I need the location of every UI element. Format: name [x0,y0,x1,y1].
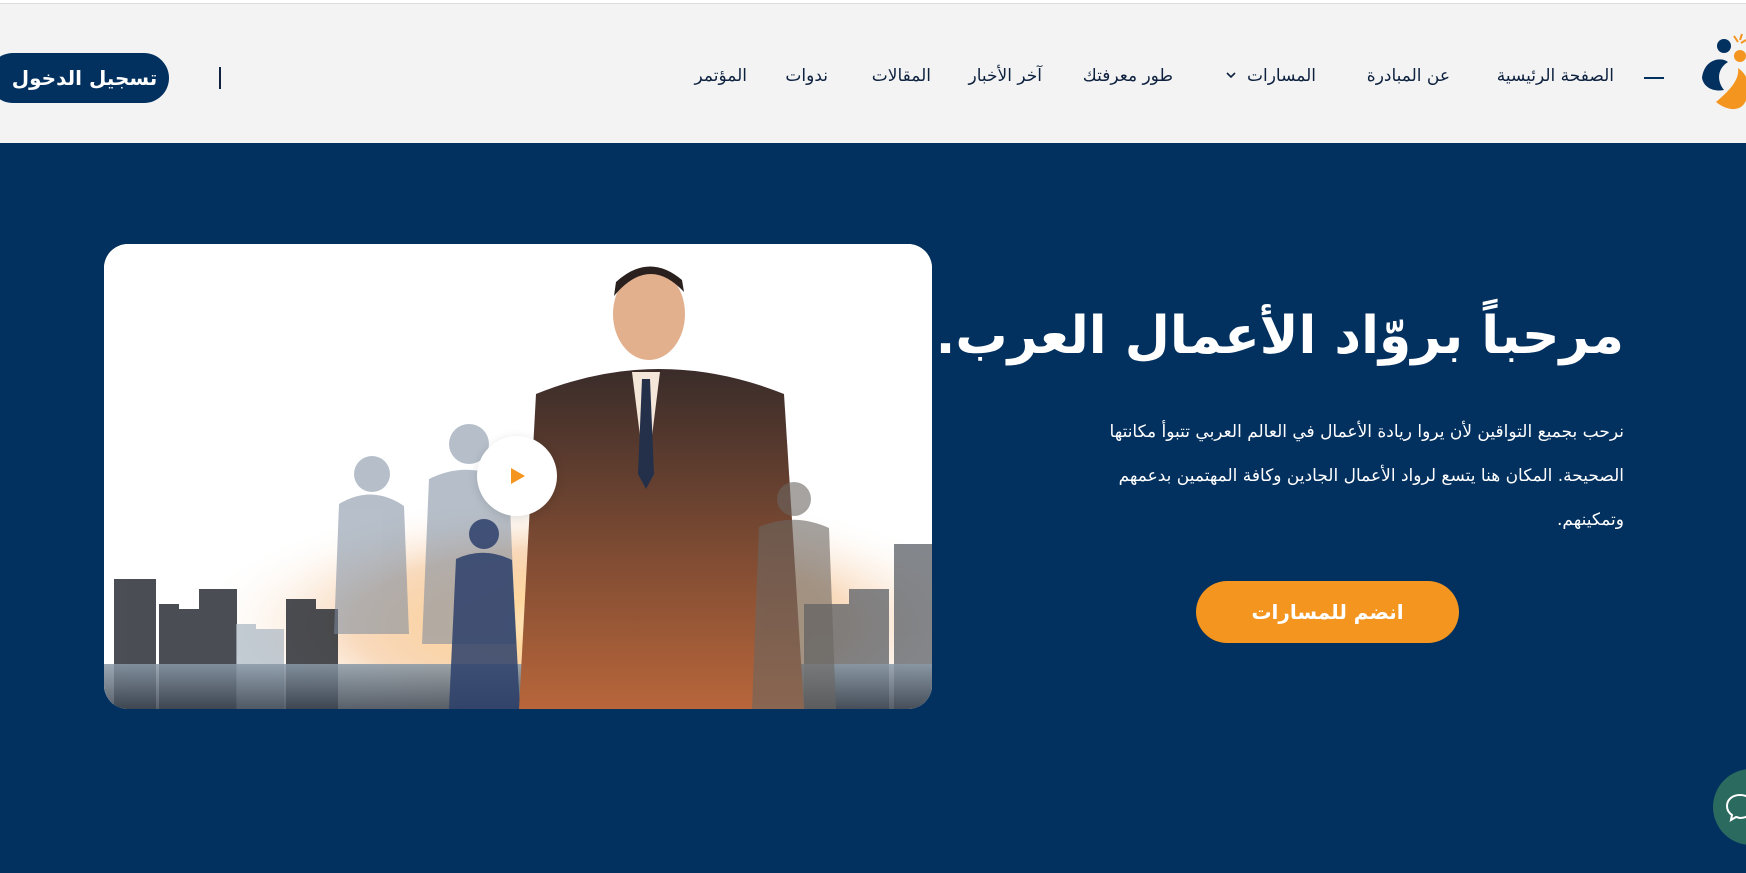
login-button[interactable]: تسجيل الدخول [0,53,169,103]
nav-dash [1644,77,1664,79]
nav-item-about[interactable]: عن المبادرة [1367,62,1450,90]
hero-description-line: الصحيحة. المكان هنا يتسع لرواد الأعمال ا… [1118,466,1624,486]
nav-item-develop-knowledge[interactable]: طور معرفتك [1083,62,1173,90]
hero-description: نرحب بجميع التواقين لأن يروا ريادة الأعم… [1064,410,1624,542]
chat-widget-button[interactable] [1713,769,1746,845]
header-divider [219,67,221,89]
nav-item-seminars[interactable]: ندوات [785,62,828,90]
chat-icon [1725,793,1746,822]
hero-description-line: وتمكينهم. [1557,510,1624,530]
login-button-label: تسجيل الدخول [11,66,158,90]
join-tracks-button[interactable]: انضم للمسارات [1196,581,1459,643]
nav-item-latest-news[interactable]: آخر الأخبار [969,62,1042,90]
hero-title: مرحباً بروّاد الأعمال العرب. [935,306,1624,366]
chevron-down-icon[interactable] [1224,67,1238,83]
join-tracks-button-label: انضم للمسارات [1251,600,1404,624]
site-header: الصفحة الرئيسية عن المبادرة المسارات طور… [0,4,1746,143]
hero-description-line: نرحب بجميع التواقين لأن يروا ريادة الأعم… [1109,422,1624,442]
play-icon [511,468,525,484]
nav-item-home[interactable]: الصفحة الرئيسية [1497,62,1614,90]
play-video-button[interactable] [477,436,557,516]
nav-item-conference[interactable]: المؤتمر [695,62,747,90]
people-logo-icon[interactable] [1694,28,1746,124]
nav-item-tracks[interactable]: المسارات [1247,62,1316,90]
nav-item-articles[interactable]: المقالات [872,62,931,90]
